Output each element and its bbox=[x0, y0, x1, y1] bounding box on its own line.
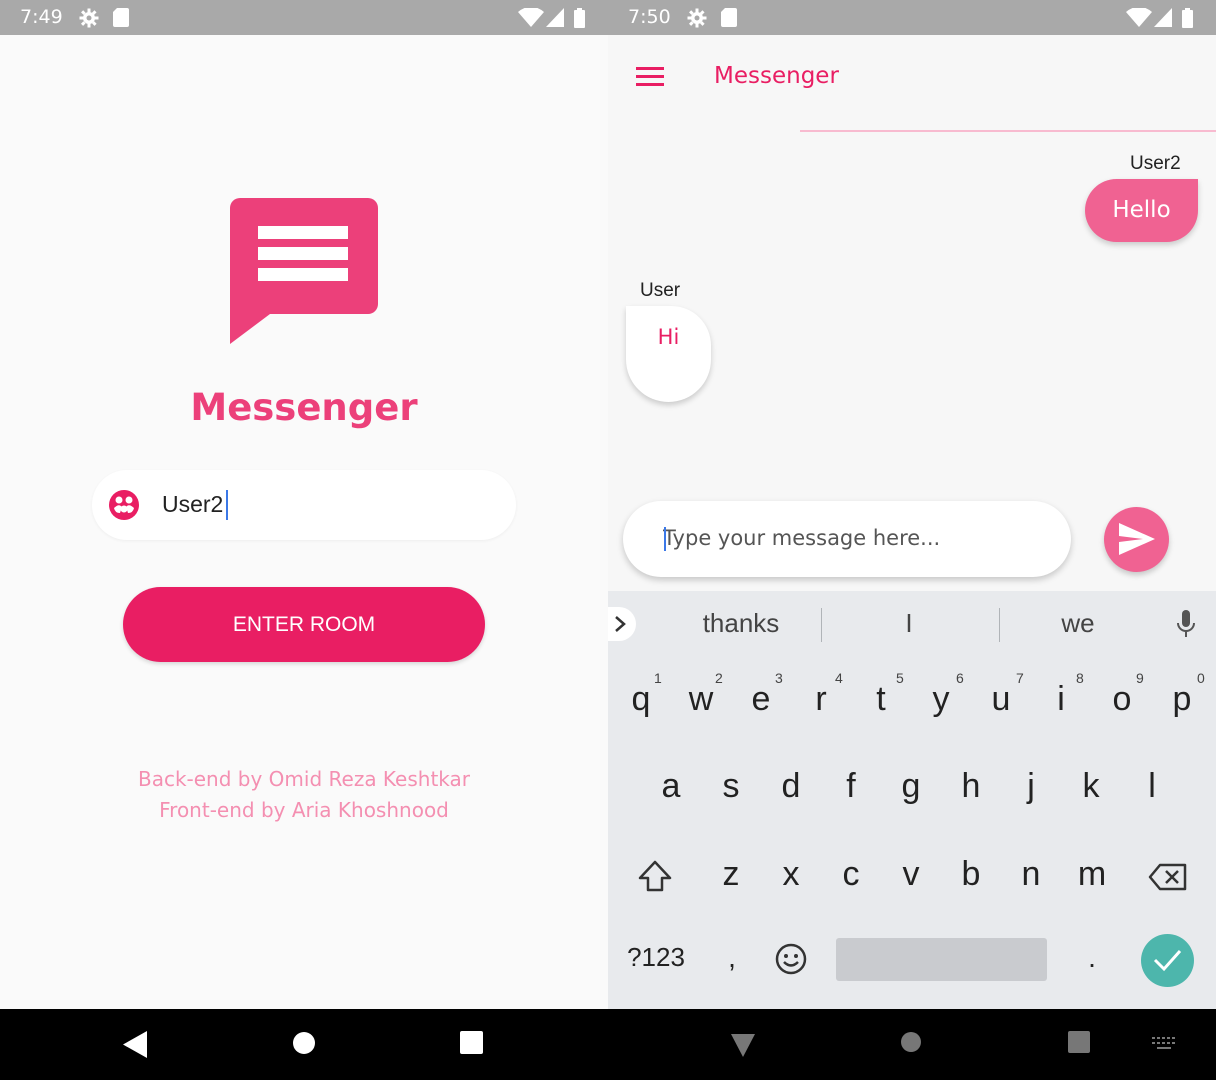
comma-key[interactable]: , bbox=[712, 942, 752, 974]
key-hint: 8 bbox=[1076, 670, 1084, 686]
battery-icon bbox=[574, 8, 585, 28]
status-bar: 7:50 bbox=[608, 0, 1216, 35]
text-cursor bbox=[664, 527, 666, 551]
status-time: 7:49 bbox=[20, 6, 63, 28]
key-b[interactable]: b bbox=[951, 855, 991, 894]
key-a[interactable]: a bbox=[651, 767, 691, 806]
username-input[interactable] bbox=[162, 484, 482, 524]
incoming-message-bubble: Hi bbox=[626, 306, 711, 402]
credits-frontend: Front-end by Aria Khoshnood bbox=[159, 798, 449, 822]
settings-icon bbox=[79, 8, 99, 28]
wifi-icon bbox=[1126, 8, 1152, 27]
period-key[interactable]: . bbox=[1072, 942, 1112, 974]
suggestion[interactable]: I bbox=[829, 608, 989, 639]
enter-room-button[interactable]: ENTER ROOM bbox=[123, 587, 485, 662]
recents-icon[interactable] bbox=[460, 1031, 483, 1054]
key-y[interactable]: y bbox=[921, 680, 961, 719]
chat-screen: 7:50 Messenger User2 Hello User Hi Type … bbox=[608, 0, 1216, 1080]
outgoing-message-bubble: Hello bbox=[1085, 179, 1198, 242]
key-v[interactable]: v bbox=[891, 855, 931, 894]
key-z[interactable]: z bbox=[711, 855, 751, 894]
key-hint: 3 bbox=[775, 670, 783, 686]
key-u[interactable]: u bbox=[981, 680, 1021, 719]
key-l[interactable]: l bbox=[1132, 767, 1172, 806]
chat-title: Messenger bbox=[714, 63, 839, 89]
key-hint: 0 bbox=[1197, 670, 1205, 686]
sd-card-icon bbox=[113, 8, 129, 27]
keyboard-suggestion-strip: thanks I we bbox=[608, 591, 1216, 658]
message-input[interactable] bbox=[663, 519, 1053, 557]
login-screen: 7:49 Messenger User2 ENTER ROOM Back-end… bbox=[0, 0, 608, 1080]
key-h[interactable]: h bbox=[951, 767, 991, 806]
shift-icon[interactable] bbox=[638, 860, 672, 892]
menu-icon[interactable] bbox=[636, 67, 664, 87]
key-f[interactable]: f bbox=[831, 767, 871, 806]
key-hint: 2 bbox=[715, 670, 723, 686]
username-field[interactable] bbox=[92, 470, 516, 540]
wifi-icon bbox=[518, 8, 544, 27]
key-p[interactable]: p bbox=[1162, 680, 1202, 719]
key-hint: 5 bbox=[896, 670, 904, 686]
chevron-right-icon bbox=[615, 616, 626, 632]
key-hint: 4 bbox=[835, 670, 843, 686]
message-sender: User bbox=[640, 280, 681, 301]
user-group-icon bbox=[109, 490, 139, 520]
key-hint: 7 bbox=[1016, 670, 1024, 686]
key-s[interactable]: s bbox=[711, 767, 751, 806]
key-k[interactable]: k bbox=[1071, 767, 1111, 806]
text-cursor bbox=[226, 490, 228, 520]
chat-bubble-logo-icon bbox=[230, 198, 378, 344]
message-field[interactable] bbox=[623, 501, 1071, 577]
microphone-icon[interactable] bbox=[1176, 610, 1196, 640]
suggestion[interactable]: thanks bbox=[661, 608, 821, 639]
recents-icon[interactable] bbox=[1068, 1031, 1090, 1053]
send-icon bbox=[1119, 523, 1155, 555]
app-title: Messenger bbox=[190, 386, 418, 429]
key-x[interactable]: x bbox=[771, 855, 811, 894]
key-c[interactable]: c bbox=[831, 855, 871, 894]
space-bar[interactable] bbox=[836, 938, 1047, 981]
key-m[interactable]: m bbox=[1072, 855, 1112, 894]
key-n[interactable]: n bbox=[1011, 855, 1051, 894]
send-button[interactable] bbox=[1104, 507, 1169, 572]
symbols-key[interactable]: ?123 bbox=[622, 942, 690, 973]
key-hint: 1 bbox=[654, 670, 662, 686]
emoji-icon[interactable] bbox=[775, 943, 807, 975]
status-time: 7:50 bbox=[628, 6, 671, 28]
message-sender: User2 bbox=[1130, 153, 1181, 174]
keyboard: q w e r t y u i o p 1 2 3 4 5 6 7 8 9 0 … bbox=[608, 658, 1216, 1009]
backspace-icon[interactable] bbox=[1148, 863, 1188, 891]
credits: Back-end by Omid Reza Keshtkar Front-end… bbox=[0, 764, 608, 826]
key-d[interactable]: d bbox=[771, 767, 811, 806]
key-j[interactable]: j bbox=[1011, 767, 1051, 806]
done-button[interactable] bbox=[1141, 934, 1194, 987]
hide-keyboard-icon[interactable] bbox=[731, 1034, 755, 1057]
navigation-bar bbox=[608, 1009, 1216, 1080]
battery-icon bbox=[1182, 8, 1193, 28]
status-bar: 7:49 bbox=[0, 0, 608, 35]
credits-backend: Back-end by Omid Reza Keshtkar bbox=[137, 767, 470, 791]
navigation-bar bbox=[0, 1009, 608, 1080]
settings-icon bbox=[687, 8, 707, 28]
signal-icon bbox=[1154, 8, 1172, 27]
back-icon[interactable] bbox=[123, 1031, 147, 1058]
home-icon[interactable] bbox=[292, 1031, 316, 1055]
signal-icon bbox=[546, 8, 564, 27]
home-icon[interactable] bbox=[900, 1031, 922, 1053]
key-hint: 9 bbox=[1136, 670, 1144, 686]
key-hint: 6 bbox=[956, 670, 964, 686]
keyboard-switch-icon[interactable] bbox=[1152, 1037, 1176, 1051]
key-t[interactable]: t bbox=[861, 680, 901, 719]
header-divider bbox=[800, 130, 1216, 132]
suggestion-divider bbox=[821, 608, 822, 642]
key-i[interactable]: i bbox=[1041, 680, 1081, 719]
check-icon bbox=[1153, 950, 1182, 972]
app-bar: Messenger bbox=[608, 35, 1216, 131]
key-g[interactable]: g bbox=[891, 767, 931, 806]
sd-card-icon bbox=[721, 8, 737, 27]
suggestion[interactable]: we bbox=[998, 608, 1158, 639]
